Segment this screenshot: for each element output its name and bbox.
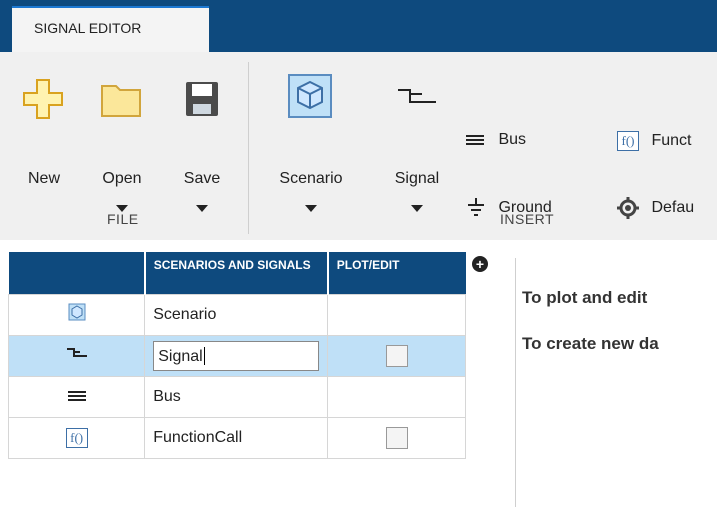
signal-table: SCENARIOS AND SIGNALS PLOT/EDIT Scenario… <box>7 252 466 459</box>
panel-divider <box>515 258 516 507</box>
info-text-plot: To plot and edit <box>522 288 648 307</box>
plot-edit-checkbox[interactable] <box>385 344 408 367</box>
new-button[interactable]: New <box>14 78 74 218</box>
table-row[interactable]: Scenario <box>7 293 466 336</box>
scenario-icon <box>68 303 86 321</box>
table-row[interactable]: f() FunctionCall <box>7 416 466 459</box>
default-label: Defau <box>651 199 695 217</box>
gear-icon <box>617 197 639 219</box>
section-divider <box>248 62 249 234</box>
bus-label: Bus <box>498 131 527 148</box>
plot-edit-header[interactable]: PLOT/EDIT <box>327 252 466 294</box>
table-row[interactable]: Signal <box>7 334 466 377</box>
add-column-button[interactable]: + <box>472 256 488 272</box>
signal-name-editor[interactable]: Signal <box>153 340 320 371</box>
ground-icon <box>468 198 484 216</box>
scenario-icon <box>288 74 332 118</box>
function-label: Funct <box>651 132 692 150</box>
tab-label: SIGNAL EDITOR <box>34 20 142 36</box>
tab-signal-editor[interactable]: SIGNAL EDITOR <box>12 6 209 52</box>
signal-icon <box>398 89 436 103</box>
info-text-create: To create new da <box>522 334 659 353</box>
bus-button[interactable]: Bus <box>466 131 526 149</box>
scenarios-signals-header[interactable]: SCENARIOS AND SIGNALS <box>144 252 329 294</box>
bus-icon <box>466 133 484 147</box>
row-name: Signal <box>158 347 203 365</box>
bus-icon <box>67 389 86 403</box>
chevron-down-icon <box>196 205 208 212</box>
plus-icon <box>23 79 63 119</box>
file-section-label: FILE <box>107 211 139 227</box>
floppy-icon <box>186 82 218 116</box>
open-button[interactable]: Open <box>90 78 154 218</box>
plot-edit-checkbox[interactable] <box>385 426 408 449</box>
signal-icon <box>66 348 87 357</box>
row-name[interactable]: Bus <box>144 375 329 418</box>
open-label: Open <box>102 170 142 187</box>
row-name[interactable]: FunctionCall <box>144 416 329 459</box>
insert-section-label: INSERT <box>500 211 555 227</box>
scenario-button[interactable]: Scenario <box>262 74 360 214</box>
new-label: New <box>27 170 60 187</box>
chevron-down-icon <box>305 205 317 212</box>
scenario-label: Scenario <box>279 170 343 187</box>
save-label: Save <box>183 170 221 187</box>
signal-label: Signal <box>394 170 440 187</box>
folder-icon <box>101 85 141 117</box>
table-row[interactable]: Bus <box>7 375 466 418</box>
toolstrip: New Open Save FILE Scenario Signal Bus G… <box>0 52 717 241</box>
function-icon: f() <box>65 427 88 448</box>
function-icon: f() <box>617 131 639 151</box>
text-cursor <box>203 347 205 366</box>
function-call-button[interactable]: f() Funct <box>617 131 691 151</box>
icon-column-header <box>8 252 146 294</box>
save-button[interactable]: Save <box>170 78 234 218</box>
signal-button[interactable]: Signal <box>380 78 454 218</box>
row-name[interactable]: Scenario <box>144 293 329 336</box>
default-button[interactable]: Defau <box>617 197 694 219</box>
chevron-down-icon <box>411 205 423 212</box>
tab-bar: SIGNAL EDITOR <box>0 0 717 52</box>
